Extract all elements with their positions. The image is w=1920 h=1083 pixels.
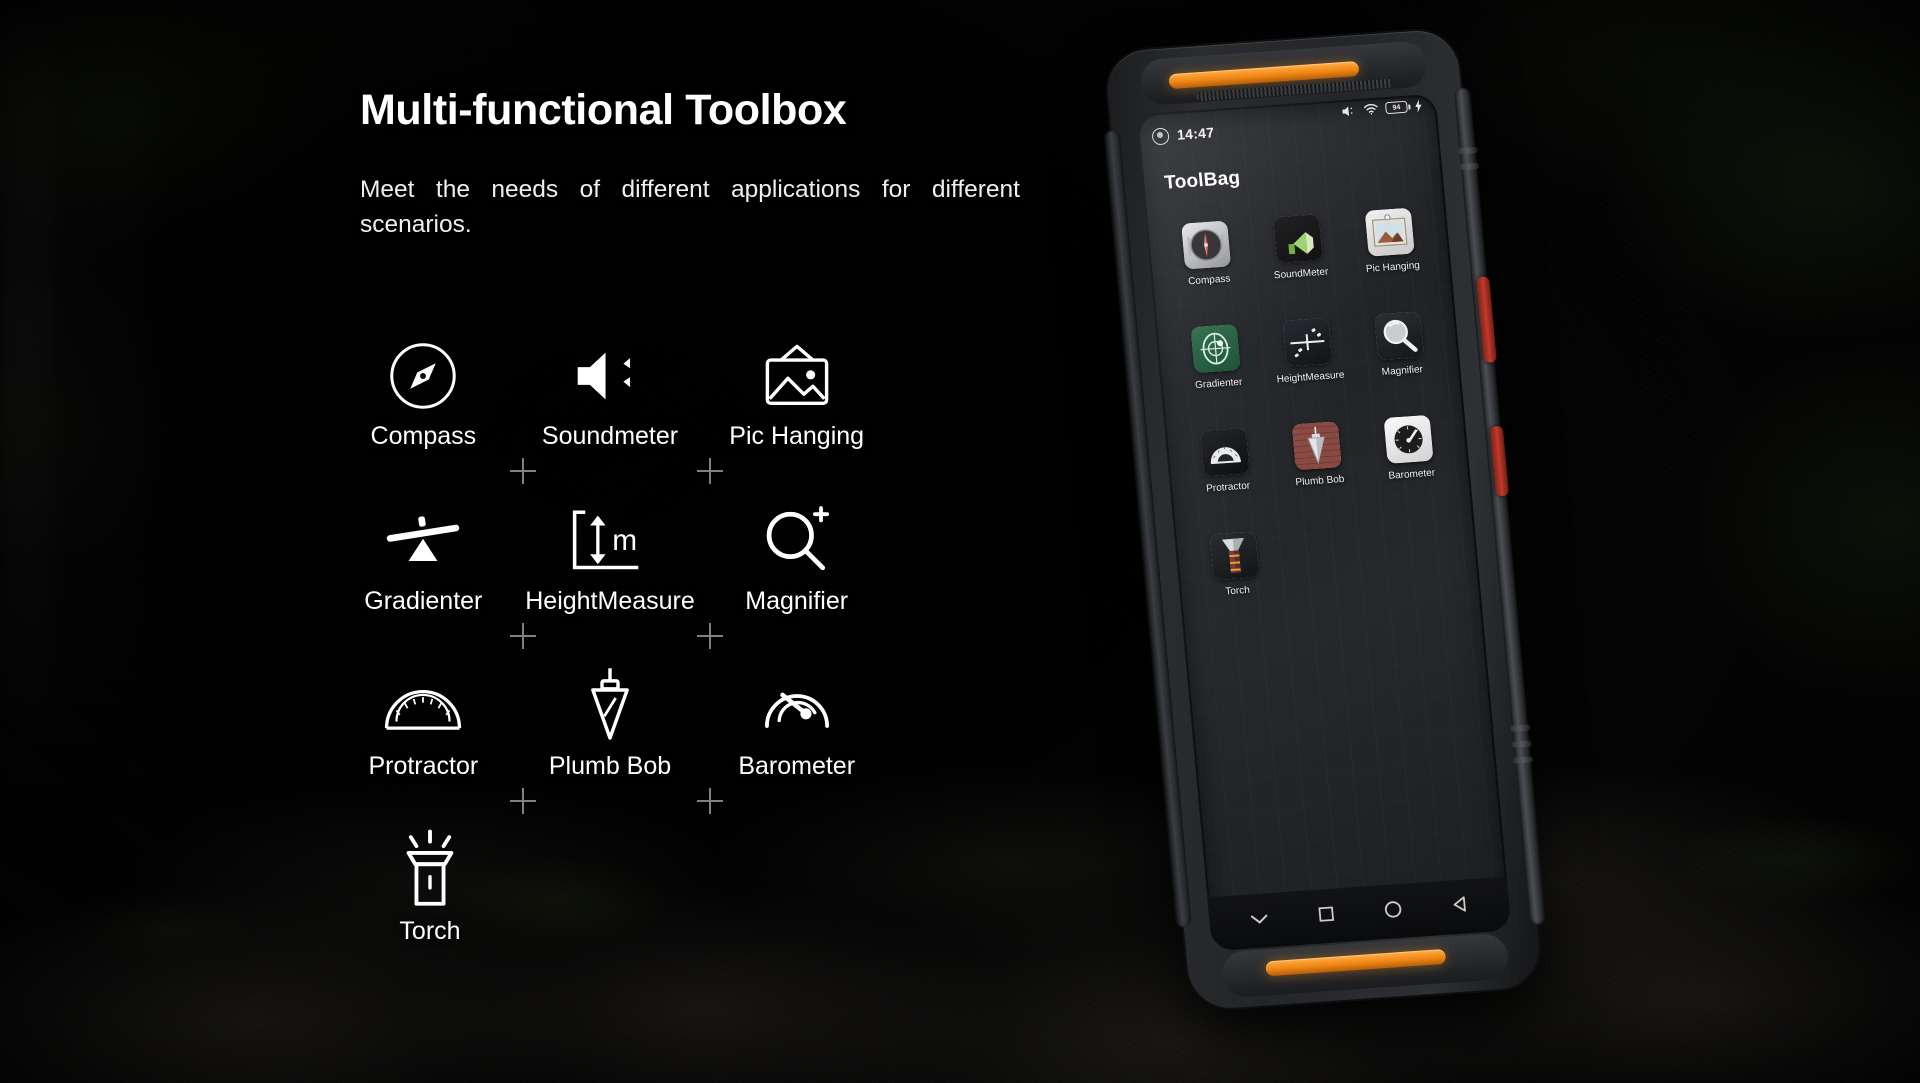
feature-magnifier[interactable]: Magnifier (703, 495, 890, 660)
svg-text:m: m (612, 524, 637, 557)
wifi-icon (1363, 103, 1379, 116)
page-subtitle: Meet the needs of different applications… (360, 176, 1020, 238)
app-pichanging[interactable]: Pic Hanging (1342, 206, 1443, 316)
phone-body: 14:47 94 ToolBag Compass SoundMeter Pic … (1103, 28, 1547, 1011)
app-compass[interactable]: Compass (1158, 219, 1259, 329)
app-label: HeightMeasure (1276, 369, 1345, 386)
compass-icon (386, 330, 460, 422)
feature-torch[interactable]: Torch (330, 825, 530, 990)
battery-level: 94 (1392, 103, 1401, 112)
compass-app-icon (1181, 220, 1232, 270)
app-label: Protractor (1205, 480, 1251, 495)
camera-punchhole-icon (1151, 126, 1170, 146)
feature-label: Plumb Bob (548, 752, 672, 780)
feature-label: Barometer (738, 752, 856, 780)
feature-heightmeasure[interactable]: m HeightMeasure (517, 495, 723, 660)
pichanging-app-icon (1364, 207, 1415, 257)
app-label: Pic Hanging (1365, 260, 1421, 275)
app-label: SoundMeter (1273, 266, 1329, 282)
gauge-icon (758, 660, 836, 752)
feature-gradienter[interactable]: Gradienter (330, 495, 536, 660)
barometer-app-icon (1383, 414, 1434, 464)
page-title: Multi-functional Toolbox (360, 86, 847, 134)
recents-square-icon[interactable] (1316, 904, 1336, 928)
app-label: Compass (1187, 273, 1231, 288)
feature-protractor[interactable]: Protractor (330, 660, 536, 825)
heightmeasure-app-icon (1282, 317, 1333, 367)
status-bar-left: 14:47 (1151, 124, 1215, 146)
home-circle-icon[interactable] (1382, 898, 1404, 924)
feature-label: Pic Hanging (729, 422, 865, 450)
feature-label: Compass (370, 422, 477, 450)
feature-compass[interactable]: Compass (330, 330, 536, 495)
app-label: Torch (1224, 584, 1251, 598)
status-bar-right: 94 (1341, 99, 1423, 119)
status-time: 14:47 (1176, 124, 1215, 143)
feature-label: HeightMeasure (525, 587, 695, 615)
chevron-down-icon[interactable] (1249, 911, 1271, 931)
magnifier-app-icon (1374, 311, 1425, 361)
app-plumbbob[interactable]: Plumb Bob (1269, 420, 1370, 530)
soundmeter-app-icon (1272, 214, 1323, 264)
feature-row: Compass Soundmeter Pic Hanging (330, 330, 890, 495)
seesaw-level-icon (383, 495, 463, 587)
feature-row: Torch (330, 825, 890, 990)
feature-grid: Compass Soundmeter Pic Hanging Gradiente… (330, 330, 890, 990)
app-soundmeter[interactable]: SoundMeter (1250, 212, 1351, 322)
charging-icon (1414, 99, 1423, 114)
volume-mute-icon (1341, 104, 1357, 118)
app-grid: Compass SoundMeter Pic Hanging Gradiente… (1158, 206, 1471, 640)
feature-label: Soundmeter (541, 422, 679, 450)
flashlight-icon (395, 825, 465, 917)
magnifier-plus-icon (759, 495, 835, 587)
picture-frame-icon (756, 330, 838, 422)
feature-row: Protractor Plumb Bob Barometer (330, 660, 890, 825)
feature-pic-hanging[interactable]: Pic Hanging (703, 330, 890, 495)
battery-icon: 94 (1384, 100, 1408, 115)
app-heightmeasure[interactable]: HeightMeasure (1259, 316, 1360, 426)
feature-plumb-bob[interactable]: Plumb Bob (517, 660, 723, 825)
speaker-sound-icon (571, 330, 649, 422)
app-gradienter[interactable]: Gradienter (1168, 322, 1269, 432)
app-label: Barometer (1387, 467, 1436, 482)
feature-label: Gradienter (364, 587, 483, 615)
height-ruler-icon: m (568, 495, 652, 587)
app-label: Gradienter (1194, 376, 1243, 392)
feature-soundmeter[interactable]: Soundmeter (517, 330, 723, 495)
app-magnifier[interactable]: Magnifier (1351, 310, 1452, 420)
back-triangle-icon[interactable] (1450, 894, 1470, 919)
feature-row: Gradienter m HeightMeasure Magnifier (330, 495, 890, 660)
feature-label: Magnifier (745, 587, 849, 615)
feature-label: Protractor (368, 752, 479, 780)
plumb-bob-icon (578, 660, 642, 752)
copy-block: Multi-functional Toolbox Meet the needs … (360, 86, 1060, 243)
phone-screen[interactable]: 14:47 94 ToolBag Compass SoundMeter Pic … (1136, 93, 1512, 952)
app-torch[interactable]: Torch (1186, 530, 1287, 640)
feature-label: Torch (399, 917, 461, 945)
app-barometer[interactable]: Barometer (1361, 413, 1462, 523)
plumbbob-app-icon (1291, 421, 1342, 471)
protractor-icon (381, 660, 465, 752)
app-label: Plumb Bob (1295, 473, 1345, 489)
feature-barometer[interactable]: Barometer (703, 660, 890, 825)
gradienter-app-icon (1190, 324, 1241, 374)
app-label: Magnifier (1381, 364, 1424, 379)
torch-app-icon (1209, 531, 1260, 581)
protractor-app-icon (1199, 427, 1251, 477)
app-protractor[interactable]: Protractor (1177, 426, 1278, 536)
